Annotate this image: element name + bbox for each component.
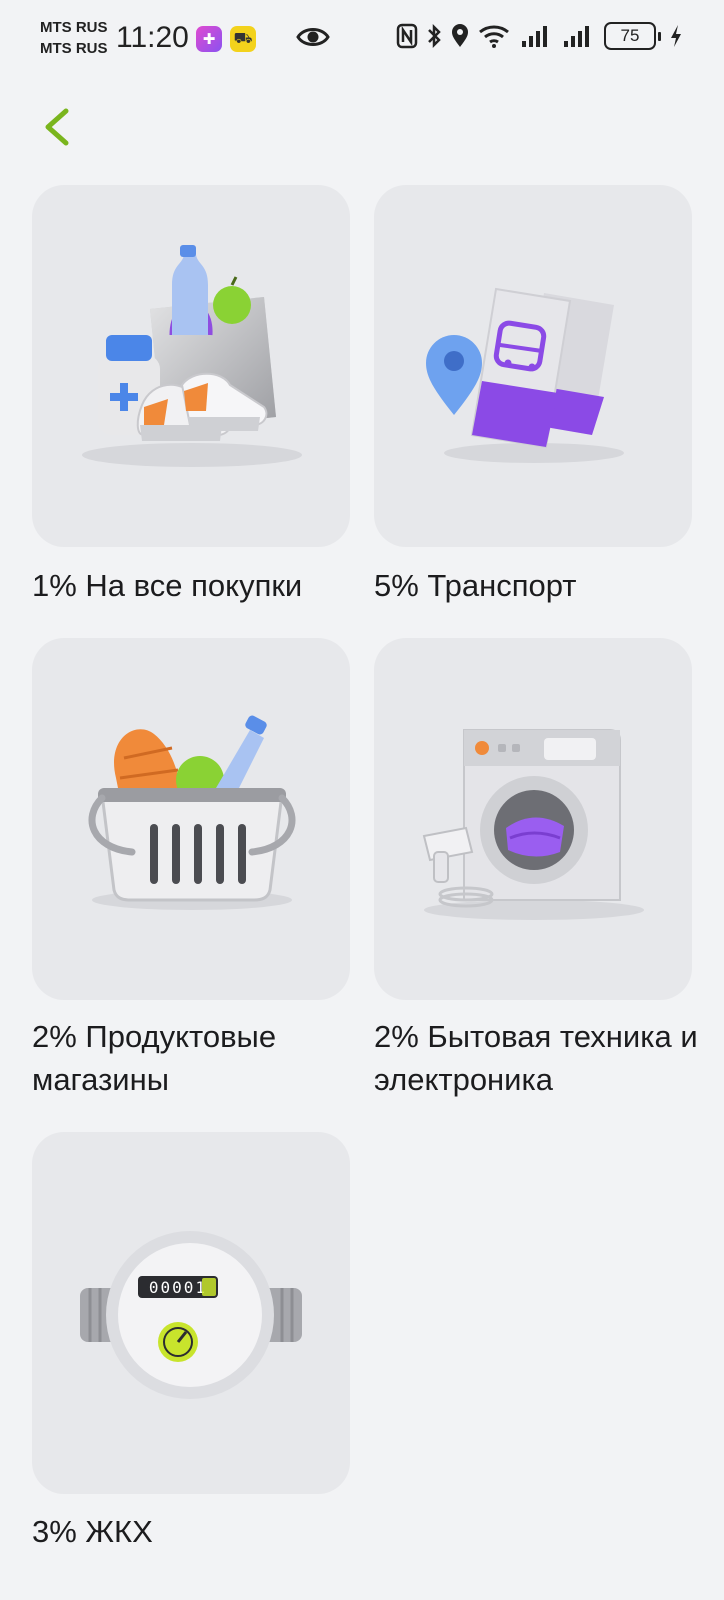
category-label-grocery: 2% Продуктовые магазины [32, 1019, 277, 1097]
category-label-all-purchases: 1% На все покупки [32, 568, 303, 603]
category-card-grocery[interactable] [32, 638, 350, 1000]
category-label-transport: 5% Транспорт [374, 568, 577, 603]
app-badge-delivery-icon: ⛟ [230, 26, 256, 52]
carrier-1: MTS RUS [40, 19, 108, 36]
charging-icon [671, 25, 681, 47]
utility-meter-icon: 00001 [80, 1231, 302, 1399]
location-icon [452, 24, 468, 47]
category-card-transport[interactable] [374, 185, 692, 547]
category-card-utilities[interactable]: 00001 [32, 1132, 350, 1494]
washing-machine-icon [422, 729, 644, 920]
signal-icon [564, 26, 589, 47]
app-badge-health-icon: ✚ [196, 26, 222, 52]
signal-icon [522, 26, 547, 47]
carrier-2: MTS RUS [40, 40, 108, 57]
status-bar: MTS RUS MTS RUS 11:20 ✚ ⛟ 75 [0, 0, 724, 78]
transport-ticket-icon [426, 287, 624, 463]
wifi-icon [479, 25, 509, 48]
category-label-utilities: 3% ЖКХ [32, 1514, 153, 1549]
meter-reading: 00001 [149, 1278, 207, 1297]
shopping-bag-icon [82, 245, 302, 467]
status-time: 11:20 [116, 21, 189, 54]
back-button[interactable] [36, 103, 80, 151]
battery-level: 75 [604, 22, 656, 50]
category-card-all-purchases[interactable] [32, 185, 350, 547]
battery-icon: 75 [604, 22, 661, 50]
grocery-basket-icon [88, 715, 296, 910]
system-icons: 75 [396, 22, 683, 50]
bluetooth-icon [428, 23, 441, 49]
eye-icon [296, 28, 330, 46]
category-card-appliances[interactable] [374, 638, 692, 1000]
carrier-labels: MTS RUS MTS RUS [40, 17, 108, 59]
nfc-icon [396, 23, 418, 49]
category-label-appliances: 2% Бытовая техника и электроника [374, 1019, 698, 1097]
chevron-left-icon [45, 108, 69, 146]
